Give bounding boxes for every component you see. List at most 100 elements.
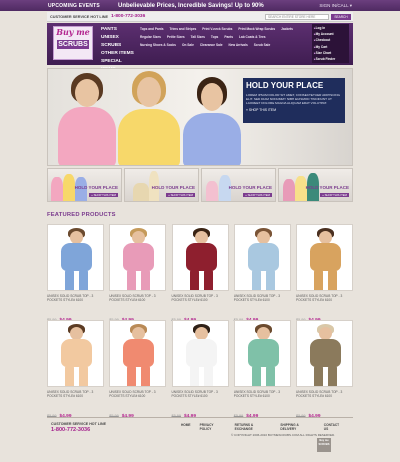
- subcategory-menu: Tops and Pants Trims and Stripes Print V…: [140, 25, 304, 50]
- promo-thumb-2[interactable]: HOLD YOUR PLACE » SHOP THIS ITEM: [124, 168, 199, 202]
- nav-item-other-items[interactable]: OTHER ITEMS: [101, 50, 135, 58]
- footer-links: HOME PRIVACY POLICY RETURNS & EXCHANGE S…: [181, 423, 353, 431]
- promo-thumbnails: HOLD YOUR PLACE » SHOP THIS ITEM HOLD YO…: [47, 168, 353, 202]
- product-image[interactable]: [233, 224, 291, 291]
- product-scrub-pants: [314, 270, 323, 290]
- product-scrub-pants: [65, 366, 74, 386]
- search-button[interactable]: SEARCH: [331, 13, 351, 20]
- product-name[interactable]: UNISEX SOLID SCRUB TOP - 3 POCKETS STYLE…: [109, 390, 166, 398]
- footer-link-returns[interactable]: RETURNS & EXCHANGE: [235, 423, 272, 431]
- subnav-item[interactable]: Lab Coats & Tees: [239, 33, 266, 41]
- footer-logo-badge: Buy me SCRUBS: [317, 438, 331, 452]
- logo-text-bottom: SCRUBS: [57, 40, 89, 49]
- upcoming-events-link[interactable]: UPCOMING EVENTS: [0, 3, 118, 9]
- site-logo[interactable]: Buy me SCRUBS: [53, 26, 93, 60]
- product-name[interactable]: UNISEX SOLID SCRUB TOP - 3 POCKETS STYLE…: [234, 390, 291, 398]
- header-strip: CUSTOMER SERVICE HOT LINE 1-800-772-3036…: [47, 12, 353, 22]
- thumb-shop-button[interactable]: » SHOP THIS ITEM: [320, 193, 349, 197]
- subnav-item[interactable]: Jackets: [281, 25, 293, 33]
- product-image[interactable]: [109, 224, 167, 291]
- subnav-item[interactable]: Tall Sizes: [191, 33, 205, 41]
- product-card[interactable]: UNISEX SOLID SCRUB TOP - 3 POCKETS STYLE…: [109, 224, 167, 323]
- product-card[interactable]: UNISEX SOLID SCRUB TOP - 3 POCKETS STYLE…: [296, 224, 353, 323]
- product-image[interactable]: [233, 320, 291, 387]
- footer-link-privacy[interactable]: PRIVACY POLICY: [200, 423, 226, 431]
- product-scrub-pants: [265, 366, 275, 386]
- thumb-model: [51, 177, 63, 201]
- promo-thumb-1[interactable]: HOLD YOUR PLACE » SHOP THIS ITEM: [47, 168, 122, 202]
- hero-banner[interactable]: HOLD YOUR PLACE LOREM IPSUM DOLOR SIT AM…: [47, 68, 353, 166]
- product-scrub-pants: [314, 366, 323, 386]
- sign-in-link[interactable]: SIGN IN/CALL: [319, 3, 400, 9]
- product-name[interactable]: UNISEX SOLID SCRUB TOP - 3 POCKETS STYLE…: [296, 390, 353, 398]
- category-menu: PANTS UNISEX SCRUBS OTHER ITEMS SPECIAL …: [101, 26, 135, 74]
- product-scrub-pants: [189, 270, 199, 290]
- product-card[interactable]: UNISEX SOLID SCRUB TOP - 3 POCKETS STYLE…: [47, 224, 104, 323]
- subnav-item[interactable]: Print V-neck Scrubs: [202, 25, 232, 33]
- product-scrub-top: [185, 339, 217, 367]
- promo-thumb-4[interactable]: HOLD YOUR PLACE » SHOP THIS ITEM: [278, 168, 353, 202]
- product-scrub-pants: [189, 366, 199, 386]
- subnav-item[interactable]: Scrub Sale: [254, 41, 270, 49]
- subnav-item[interactable]: Clearance Sale: [200, 41, 223, 49]
- product-image[interactable]: [109, 320, 167, 387]
- product-name[interactable]: UNISEX SOLID SCRUB TOP - 3 POCKETS STYLE…: [47, 294, 104, 302]
- product-name[interactable]: UNISEX SOLID SCRUB TOP - 3 POCKETS STYLE…: [109, 294, 166, 302]
- subnav-item[interactable]: Trims and Stripes: [170, 25, 197, 33]
- thumb-shop-button[interactable]: » SHOP THIS ITEM: [89, 193, 118, 197]
- logo-text-top: Buy me: [56, 27, 90, 37]
- product-scrub-top: [123, 243, 155, 271]
- main-navigation: Buy me SCRUBS PANTS UNISEX SCRUBS OTHER …: [47, 23, 353, 72]
- account-menu: Log In My Account Checkout My Cart Size …: [312, 24, 349, 63]
- product-name[interactable]: UNISEX SOLID SCRUB TOP - 3 POCKETS STYLE…: [172, 390, 229, 398]
- product-name[interactable]: UNISEX SOLID SCRUB TOP - 3 POCKETS STYLE…: [47, 390, 104, 398]
- subnav-item[interactable]: Print Mock Wrap Scrubs: [238, 25, 275, 33]
- product-name[interactable]: UNISEX SOLID SCRUB TOP - 3 POCKETS STYLE…: [172, 294, 229, 302]
- thumb-shop-button[interactable]: » SHOP THIS ITEM: [243, 193, 272, 197]
- product-image[interactable]: [296, 224, 353, 291]
- subnav-item[interactable]: Petite Sizes: [167, 33, 185, 41]
- subnav-item[interactable]: Nursing Shoes & Socks: [140, 41, 176, 49]
- product-card[interactable]: UNISEX SOLID SCRUB TOP - 3 POCKETS STYLE…: [171, 224, 229, 323]
- product-image[interactable]: [296, 320, 353, 387]
- product-card[interactable]: UNISEX SOLID SCRUB TOP - 3 POCKETS STYLE…: [233, 224, 291, 323]
- product-name[interactable]: UNISEX SOLID SCRUB TOP - 3 POCKETS STYLE…: [296, 294, 353, 302]
- nav-item-pants[interactable]: PANTS: [101, 26, 135, 34]
- product-name[interactable]: UNISEX SOLID SCRUB TOP - 3 POCKETS STYLE…: [234, 294, 291, 302]
- thumb-title: HOLD YOUR PLACE: [151, 185, 195, 190]
- subnav-item[interactable]: Pants: [224, 33, 233, 41]
- product-image[interactable]: [47, 320, 104, 387]
- product-card[interactable]: UNISEX SOLID SCRUB TOP - 3 POCKETS STYLE…: [171, 320, 229, 419]
- thumb-shop-button[interactable]: » SHOP THIS ITEM: [166, 193, 195, 197]
- subnav-item[interactable]: New Arrivals: [229, 41, 248, 49]
- product-image[interactable]: [171, 320, 229, 387]
- footer-link-shipping[interactable]: SHIPPING & DELIVERY: [280, 423, 314, 431]
- footer-link-home[interactable]: HOME: [181, 423, 191, 431]
- promo-banner: Unbelievable Prices, Incredible Savings!…: [118, 2, 264, 9]
- subnav-item[interactable]: On Sale: [182, 41, 194, 49]
- product-card[interactable]: UNISEX SOLID SCRUB TOP - 3 POCKETS STYLE…: [296, 320, 353, 419]
- subnav-item[interactable]: Regular Sizes: [140, 33, 161, 41]
- nav-item-unisex-scrubs[interactable]: UNISEX SCRUBS: [101, 34, 135, 50]
- product-scrub-pants: [127, 270, 137, 290]
- subnav-item[interactable]: Tops: [211, 33, 218, 41]
- promo-thumb-3[interactable]: HOLD YOUR PLACE » SHOP THIS ITEM: [201, 168, 276, 202]
- product-card[interactable]: UNISEX SOLID SCRUB TOP - 3 POCKETS STYLE…: [47, 320, 104, 419]
- footer-link-contact[interactable]: CONTACT US: [324, 423, 344, 431]
- search-input[interactable]: SEARCH ENTIRE STORE HERE: [265, 13, 329, 20]
- hero-model-3-head: [201, 83, 223, 111]
- thumb-model: [283, 179, 295, 201]
- product-image[interactable]: [171, 224, 229, 291]
- hero-shop-link[interactable]: » SHOP THIS ITEM: [246, 108, 342, 112]
- product-card[interactable]: UNISEX SOLID SCRUB TOP - 3 POCKETS STYLE…: [109, 320, 167, 419]
- account-link-scrub-finder[interactable]: Scrub Finder: [314, 56, 347, 62]
- product-scrub-pants: [79, 366, 88, 386]
- product-scrub-top: [247, 339, 279, 367]
- product-grid: UNISEX SOLID SCRUB TOP - 3 POCKETS STYLE…: [47, 224, 353, 419]
- subnav-item[interactable]: Tops and Pants: [140, 25, 164, 33]
- hero-callout: HOLD YOUR PLACE LOREM IPSUM DOLOR SIT AM…: [243, 78, 345, 123]
- product-image[interactable]: [47, 224, 104, 291]
- product-card[interactable]: UNISEX SOLID SCRUB TOP - 3 POCKETS STYLE…: [233, 320, 291, 419]
- featured-products-heading: FEATURED PRODUCTS: [47, 212, 116, 218]
- thumb-model: [63, 174, 75, 201]
